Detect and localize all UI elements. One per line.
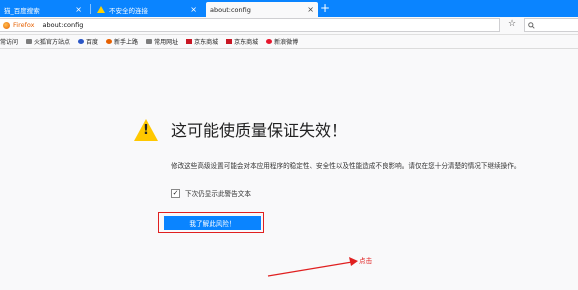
search-input[interactable] (524, 18, 578, 32)
bookmark-item[interactable]: 新浪微博 (266, 37, 298, 46)
folder-icon (26, 39, 33, 44)
bookmark-label: 京东商城 (194, 39, 219, 46)
bookmark-item[interactable]: 京东商城 (186, 37, 218, 46)
warning-icon (97, 6, 105, 13)
annotation-arrow-icon (267, 257, 358, 277)
bookmark-item[interactable]: 新手上路 (106, 37, 138, 46)
bookmark-label: 新浪微博 (274, 39, 299, 46)
bookmark-item[interactable]: 火狐官方站点 (26, 37, 70, 46)
bookmark-item[interactable]: 常用网址 (146, 37, 178, 46)
annotation-highlight-box (158, 212, 264, 233)
show-warning-checkbox-row[interactable]: ✓ 下次仍显示此警告文本 (171, 188, 251, 198)
warning-exclamation-mark: ! (143, 123, 149, 138)
show-warning-checkbox[interactable]: ✓ (171, 188, 180, 198)
bookmark-label: 百度 (86, 39, 99, 46)
tab-close-icon[interactable]: × (307, 5, 314, 14)
bookmarks-toolbar: 常访问 火狐官方站点 百度 新手上路 常用网址 京东商城 京东商城 新浪微博 (0, 35, 578, 49)
bookmark-item[interactable]: 百度 (78, 37, 98, 46)
new-tab-button[interactable]: + (320, 1, 330, 15)
weibo-icon (266, 39, 273, 44)
bookmark-label: 常用网址 (154, 39, 179, 46)
folder-icon (146, 39, 153, 44)
firefox-icon (106, 39, 113, 44)
bookmark-label: 常访问 (0, 39, 19, 46)
page-title: 这可能使质量保证失效！ (171, 121, 348, 140)
tab-insecure-connection[interactable]: 不安全的连接 × (93, 2, 201, 17)
warning-description: 修改这些高级设置可能会对本应用程序的稳定性、安全性以及性能造成不良影响。请仅在您… (171, 162, 521, 170)
jd-icon (226, 39, 233, 44)
tab-title: 猫_百度搜索 (4, 6, 40, 15)
bookmark-item[interactable]: 常访问 (0, 37, 18, 46)
bookmark-star-icon[interactable]: ☆ (508, 19, 516, 29)
search-icon (528, 21, 535, 29)
checkbox-label: 下次仍显示此警告文本 (185, 190, 251, 198)
firefox-icon (3, 21, 10, 29)
bookmark-label: 火狐官方站点 (34, 39, 71, 46)
url-bar[interactable]: Firefox about:config (0, 18, 500, 32)
nav-bar: Firefox about:config ☆ (0, 17, 578, 35)
bookmark-label: 京东商城 (234, 39, 259, 46)
tab-bar: 猫_百度搜索 × 不安全的连接 × about:config × + (0, 0, 578, 17)
tab-close-icon[interactable]: × (75, 5, 82, 14)
tab-title: 不安全的连接 (109, 6, 148, 15)
bookmark-label: 新手上路 (114, 39, 139, 46)
tab-about-config[interactable]: about:config × (206, 2, 318, 17)
url-text[interactable]: about:config (43, 21, 84, 29)
tab-close-icon[interactable]: × (190, 5, 197, 14)
tab-baidu-search[interactable]: 猫_百度搜索 × (0, 2, 86, 17)
tab-title: about:config (210, 5, 251, 14)
annotation-label: 点击 (359, 257, 373, 265)
baidu-icon (78, 39, 85, 44)
jd-icon (186, 39, 193, 44)
bookmark-item[interactable]: 京东商城 (226, 37, 258, 46)
identity-label: Firefox (13, 21, 35, 29)
